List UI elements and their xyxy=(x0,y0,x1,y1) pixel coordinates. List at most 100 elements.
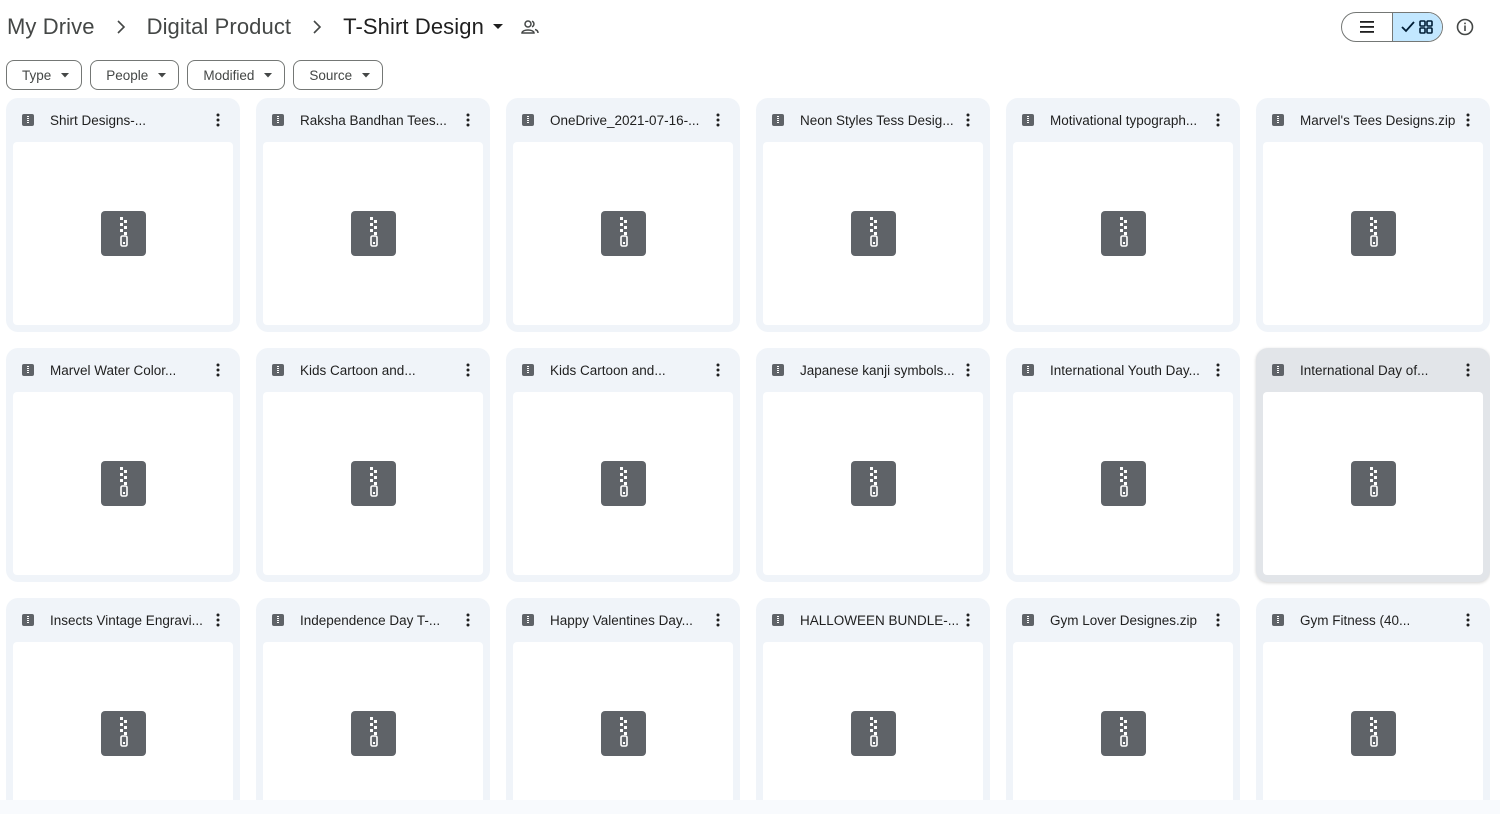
file-card[interactable]: Marvel's Tees Designs.zip xyxy=(1256,98,1490,332)
file-card[interactable]: Gym Lover Designes.zip xyxy=(1006,598,1240,800)
breadcrumb-digital-product[interactable]: Digital Product xyxy=(146,12,293,42)
header: My Drive Digital Product T-Shirt Design xyxy=(0,0,1500,52)
filter-modified[interactable]: Modified xyxy=(187,60,286,90)
more-options-icon[interactable] xyxy=(458,608,478,632)
zip-archive-icon xyxy=(100,711,146,756)
more-options-icon[interactable] xyxy=(1208,358,1228,382)
file-name: Japanese kanji symbols... xyxy=(800,362,955,378)
filter-type[interactable]: Type xyxy=(6,60,83,90)
filter-bar: Type People Modified Source xyxy=(6,60,384,90)
zip-archive-icon xyxy=(1100,711,1146,756)
more-options-icon[interactable] xyxy=(958,358,978,382)
file-grid: Shirt Designs-... Raksha Bandhan Tees...… xyxy=(6,98,1490,800)
file-name: Marvel Water Color... xyxy=(50,362,177,378)
zip-archive-icon xyxy=(350,711,396,756)
file-card-header: Insects Vintage Engravi... xyxy=(6,598,240,642)
caret-down-icon[interactable] xyxy=(492,24,503,30)
more-options-icon[interactable] xyxy=(458,108,478,132)
breadcrumb: My Drive Digital Product T-Shirt Design xyxy=(6,8,539,46)
file-thumbnail xyxy=(1013,392,1233,575)
file-thumbnail xyxy=(513,142,733,325)
zip-archive-icon xyxy=(600,211,646,256)
file-thumbnail xyxy=(263,392,483,575)
zip-archive-icon xyxy=(350,461,396,506)
file-card[interactable]: Motivational typograph... xyxy=(1006,98,1240,332)
file-thumbnail xyxy=(1263,642,1483,800)
more-options-icon[interactable] xyxy=(1208,608,1228,632)
file-card[interactable]: International Youth Day... xyxy=(1006,348,1240,582)
file-card[interactable]: Kids Cartoon and... xyxy=(506,348,740,582)
more-options-icon[interactable] xyxy=(1458,108,1478,132)
file-card[interactable]: Marvel Water Color... xyxy=(6,348,240,582)
more-options-icon[interactable] xyxy=(458,358,478,382)
more-options-icon[interactable] xyxy=(708,358,728,382)
zip-file-icon xyxy=(1022,114,1034,126)
list-view-button[interactable] xyxy=(1342,13,1392,41)
zip-archive-icon xyxy=(1350,711,1396,756)
zip-archive-icon xyxy=(100,211,146,256)
more-options-icon[interactable] xyxy=(208,608,228,632)
more-options-icon[interactable] xyxy=(708,108,728,132)
file-card[interactable]: Independence Day T-... xyxy=(256,598,490,800)
breadcrumb-current-folder[interactable]: T-Shirt Design xyxy=(342,12,485,42)
file-thumbnail xyxy=(763,642,983,800)
zip-file-icon xyxy=(1272,114,1284,126)
filter-people[interactable]: People xyxy=(90,60,180,90)
bottom-edge xyxy=(0,800,1500,814)
zip-file-icon xyxy=(22,364,34,376)
file-name: Gym Lover Designes.zip xyxy=(1050,612,1198,628)
file-card-header: Neon Styles Tess Desig... xyxy=(756,98,990,142)
more-options-icon[interactable] xyxy=(208,108,228,132)
file-card[interactable]: Raksha Bandhan Tees... xyxy=(256,98,490,332)
file-thumbnail xyxy=(513,642,733,800)
breadcrumb-my-drive[interactable]: My Drive xyxy=(6,12,96,42)
file-card[interactable]: OneDrive_2021-07-16-... xyxy=(506,98,740,332)
file-name: Motivational typograph... xyxy=(1050,112,1198,128)
more-options-icon[interactable] xyxy=(958,108,978,132)
more-options-icon[interactable] xyxy=(1458,358,1478,382)
file-thumbnail xyxy=(263,642,483,800)
file-card-header: Marvel Water Color... xyxy=(6,348,240,392)
zip-file-icon xyxy=(1272,614,1284,626)
file-card-header: HALLOWEEN BUNDLE-... xyxy=(756,598,990,642)
file-card[interactable]: Insects Vintage Engravi... xyxy=(6,598,240,800)
file-thumbnail xyxy=(763,142,983,325)
info-icon[interactable] xyxy=(1453,14,1477,40)
file-thumbnail xyxy=(1263,392,1483,575)
file-thumbnail xyxy=(13,142,233,325)
file-card[interactable]: HALLOWEEN BUNDLE-... xyxy=(756,598,990,800)
caret-down-icon xyxy=(362,72,371,78)
more-options-icon[interactable] xyxy=(958,608,978,632)
file-thumbnail xyxy=(513,392,733,575)
filter-source[interactable]: Source xyxy=(293,60,384,90)
zip-archive-icon xyxy=(350,211,396,256)
file-card[interactable]: Kids Cartoon and... xyxy=(256,348,490,582)
file-name: Happy Valentines Day... xyxy=(550,612,693,628)
file-name: Neon Styles Tess Desig... xyxy=(800,112,954,128)
file-card[interactable]: International Day of... xyxy=(1256,348,1490,582)
file-thumbnail xyxy=(1263,142,1483,325)
file-name: Marvel's Tees Designs.zip xyxy=(1300,112,1456,128)
more-options-icon[interactable] xyxy=(1458,608,1478,632)
file-card[interactable]: Shirt Designs-... xyxy=(6,98,240,332)
file-card[interactable]: Gym Fitness (40... xyxy=(1256,598,1490,800)
zip-archive-icon xyxy=(850,711,896,756)
more-options-icon[interactable] xyxy=(208,358,228,382)
file-name: Kids Cartoon and... xyxy=(550,362,666,378)
file-name: Independence Day T-... xyxy=(300,612,441,628)
zip-file-icon xyxy=(522,614,534,626)
file-card[interactable]: Happy Valentines Day... xyxy=(506,598,740,800)
more-options-icon[interactable] xyxy=(708,608,728,632)
file-card[interactable]: Neon Styles Tess Desig... xyxy=(756,98,990,332)
shared-folder-icon[interactable] xyxy=(521,19,539,35)
chevron-right-icon xyxy=(308,18,326,36)
file-card-header: International Day of... xyxy=(1256,348,1490,392)
file-card-header: Gym Lover Designes.zip xyxy=(1006,598,1240,642)
file-card[interactable]: Japanese kanji symbols... xyxy=(756,348,990,582)
grid-view-button[interactable] xyxy=(1391,13,1442,41)
zip-archive-icon xyxy=(600,711,646,756)
zip-file-icon xyxy=(1022,614,1034,626)
more-options-icon[interactable] xyxy=(1208,108,1228,132)
file-card-header: Kids Cartoon and... xyxy=(506,348,740,392)
file-thumbnail xyxy=(1013,142,1233,325)
